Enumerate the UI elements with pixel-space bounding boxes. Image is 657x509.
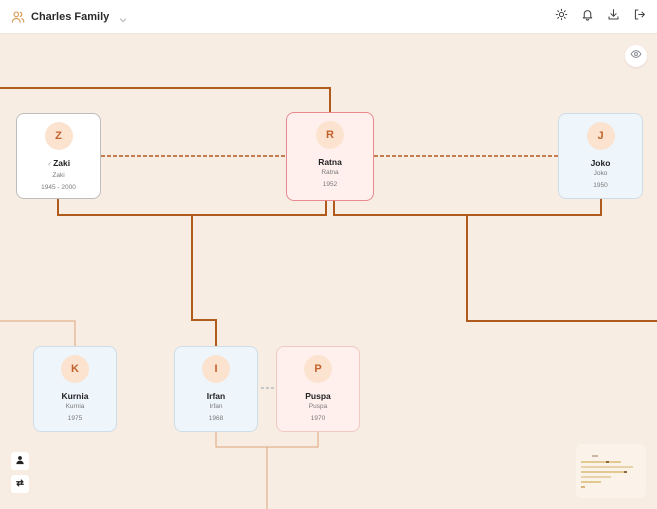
minimap-node <box>624 471 627 473</box>
person-years: 1945 - 2000 <box>41 184 76 191</box>
person-name: Ratna <box>318 157 342 167</box>
minimap-node <box>581 471 627 473</box>
users-icon <box>11 10 25 24</box>
logout-button[interactable] <box>626 4 652 30</box>
avatar: Z <box>44 122 73 150</box>
avatar: P <box>304 355 332 383</box>
minimap-node <box>581 481 601 483</box>
person-name: Joko <box>590 158 611 168</box>
visibility-toggle-button[interactable] <box>625 45 647 67</box>
person-subtitle: Puspa <box>308 403 328 410</box>
person-card-irfan[interactable]: I Irfan Irfan 1968 <box>174 346 258 432</box>
person-card-puspa[interactable]: P Puspa Puspa 1970 <box>276 346 360 432</box>
avatar: K <box>61 355 89 383</box>
person-name: Puspa <box>305 391 331 401</box>
family-tree-canvas[interactable]: Z ♂Zaki Zaki 1945 - 2000 R Ratna Ratna 1… <box>0 34 657 509</box>
person-subtitle: Ratna <box>321 169 339 176</box>
person-subtitle: Kurnia <box>65 403 85 410</box>
minimap-node <box>592 455 598 457</box>
person-name: Irfan <box>206 391 226 401</box>
top-bar: Charles Family <box>0 0 657 34</box>
minimap-node <box>606 461 609 463</box>
tree-connectors <box>0 87 657 509</box>
minimap-node <box>581 486 585 488</box>
gender-mark: ♂ <box>46 161 53 168</box>
minimap-node <box>581 476 611 478</box>
chevron-down-icon[interactable] <box>118 12 128 22</box>
minimap-node <box>581 466 633 468</box>
notifications-button[interactable] <box>574 4 600 30</box>
person-years: 1952 <box>322 181 338 188</box>
theme-toggle-button[interactable] <box>548 4 574 30</box>
person-subtitle: Joko <box>593 170 608 177</box>
avatar: I <box>202 355 230 383</box>
person-years: 1968 <box>208 415 224 422</box>
avatar: R <box>316 121 344 149</box>
avatar: J <box>586 122 615 150</box>
person-card-kurnia[interactable]: K Kurnia Kurnia 1975 <box>33 346 117 432</box>
person-years: 1975 <box>67 415 83 422</box>
person-subtitle: Zaki <box>52 172 65 179</box>
person-subtitle: Irfan <box>209 403 223 410</box>
logout-icon <box>633 8 646 26</box>
person-card-joko[interactable]: J Joko Joko 1950 <box>558 113 643 199</box>
eye-icon <box>630 47 642 65</box>
person-icon <box>15 452 25 470</box>
family-selector[interactable]: Charles Family <box>11 10 128 24</box>
export-button[interactable] <box>600 4 626 30</box>
person-card-zaki[interactable]: Z ♂Zaki Zaki 1945 - 2000 <box>16 113 101 199</box>
person-name: Kurnia <box>61 391 89 401</box>
minimap-node <box>581 461 621 463</box>
focus-person-button[interactable] <box>11 452 29 470</box>
sun-icon <box>555 8 568 26</box>
download-icon <box>607 8 620 26</box>
family-title: Charles Family <box>31 10 110 23</box>
bell-icon <box>581 8 594 26</box>
tree-minimap[interactable] <box>576 444 646 498</box>
person-years: 1950 <box>593 182 608 189</box>
swap-layout-button[interactable] <box>11 475 29 493</box>
person-years: 1970 <box>310 415 326 422</box>
person-card-ratna[interactable]: R Ratna Ratna 1952 <box>286 112 374 201</box>
person-name: Zaki <box>53 158 71 168</box>
swap-icon <box>15 475 25 493</box>
